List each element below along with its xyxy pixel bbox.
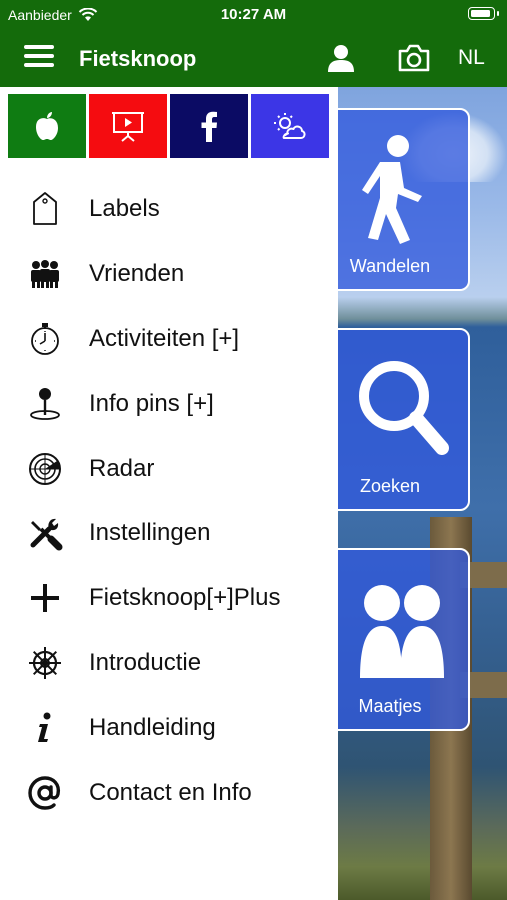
user-icon[interactable] [326,43,356,73]
map-pin-icon [26,385,64,423]
menu-item-introductie[interactable]: Introductie [0,631,338,696]
app-title: Fietsknoop [79,46,197,71]
menu-item-label: Fietsknoop[+]Plus [89,584,281,612]
menu-item-label: Introductie [89,648,202,676]
menu-item-radar[interactable]: Radar [0,436,338,501]
menu-item-vrienden[interactable]: Vrienden [0,242,338,307]
at-icon [26,774,64,812]
language-selector[interactable]: NL [458,46,485,70]
quick-links-row [8,94,329,158]
facebook-button[interactable] [170,94,248,158]
menu-item-label: Radar [89,454,155,482]
facebook-icon [201,111,217,142]
menu-item-info-pins[interactable]: Info pins [+] [0,371,338,436]
battery-icon [468,7,499,20]
presentation-button[interactable] [89,94,167,158]
radar-icon [26,450,64,488]
magnifier-icon [359,361,449,455]
menu-item-instellingen[interactable]: Instellingen [0,501,338,566]
tag-icon [26,190,64,228]
people-icon [360,585,444,678]
menu-item-label: Info pins [+] [89,389,214,417]
stopwatch-icon [26,320,64,358]
menu-item-contact[interactable]: Contact en Info [0,760,338,825]
menu-item-label: Instellingen [89,519,211,547]
side-drawer: Labels Vrienden Activiteiten [+] Info pi… [0,87,338,900]
menu-item-label: Activiteiten [+] [89,324,240,352]
clock: 10:27 AM [220,6,287,23]
plus-icon [26,579,64,617]
menu-item-label: Labels [89,195,160,223]
tools-icon [26,514,64,552]
helm-icon [26,644,64,682]
drawer-menu: Labels Vrienden Activiteiten [+] Info pi… [0,177,338,825]
hamburger-menu-icon[interactable] [24,45,54,71]
menu-item-label: Handleiding [89,713,216,741]
group-icon [26,255,64,293]
weather-icon [274,113,306,139]
apple-icon [36,112,58,140]
apple-button[interactable] [8,94,86,158]
menu-item-fietsknoop-plus[interactable]: Fietsknoop[+]Plus [0,566,338,631]
menu-item-label: Contact en Info [89,778,252,806]
menu-item-label: Vrienden [89,260,185,288]
info-icon [26,709,64,747]
top-nav-bar: Fietsknoop NL [0,31,507,87]
menu-item-activiteiten[interactable]: Activiteiten [+] [0,307,338,372]
walking-person-icon [362,135,422,244]
menu-item-handleiding[interactable]: Handleiding [0,695,338,760]
weather-button[interactable] [251,94,329,158]
status-bar: Aanbieder 10:27 AM [0,0,507,31]
menu-item-labels[interactable]: Labels [0,177,338,242]
presentation-icon [112,112,144,142]
camera-icon[interactable] [397,43,431,73]
